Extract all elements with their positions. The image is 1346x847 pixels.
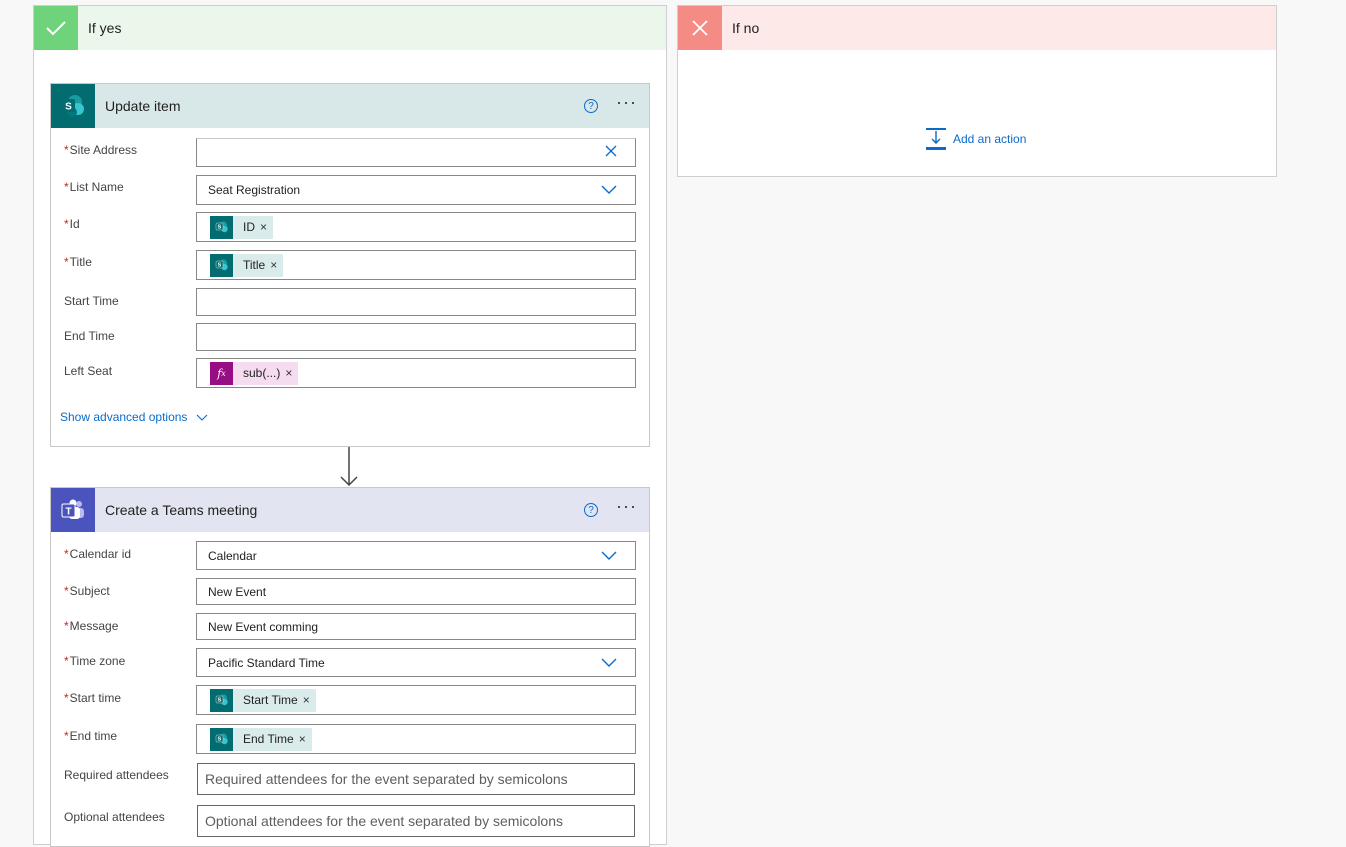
remove-token-icon[interactable]: × [260,220,267,234]
end-time-label: End Time [64,329,115,343]
end-time-label: *End time [64,729,118,743]
message-label: *Message [64,619,119,633]
chevron-down-icon [196,410,208,424]
subject-label: *Subject [64,584,110,598]
sharepoint-token-icon: S [210,688,233,712]
chevron-down-icon[interactable] [601,656,617,670]
svg-text:S: S [217,737,221,743]
sharepoint-token-icon: S [210,253,233,277]
dynamic-token[interactable]: S Start Time × [210,688,316,712]
function-icon: fx [210,361,233,385]
end-time-input[interactable] [196,323,636,351]
required-attendees-input[interactable]: Required attendees for the event separat… [197,763,635,795]
remove-token-icon[interactable]: × [285,366,292,380]
teams-meeting-title: Create a Teams meeting [105,502,258,518]
optional-attendees-label: Optional attendees [64,810,165,824]
svg-text:S: S [217,225,221,231]
remove-token-icon[interactable]: × [299,732,306,746]
left-seat-label: Left Seat [64,364,113,378]
if-no-title: If no [732,20,760,36]
if-yes-header[interactable]: If yes [34,6,666,50]
teams-icon: T [51,488,95,532]
list-name-dropdown[interactable]: Seat Registration [196,175,636,205]
remove-token-icon[interactable]: × [303,693,310,707]
calendar-id-dropdown[interactable]: Calendar [196,541,636,570]
sharepoint-icon: S [51,84,95,128]
time-zone-label: *Time zone [64,654,126,668]
dynamic-token[interactable]: S End Time × [210,727,312,751]
id-input[interactable]: S ID × [196,212,636,242]
optional-attendees-input[interactable]: Optional attendees for the event separat… [197,805,635,837]
clear-icon[interactable] [605,145,617,160]
calendar-id-label: *Calendar id [64,547,132,561]
more-options-icon[interactable]: ··· [616,93,637,115]
help-icon[interactable]: ? [584,99,599,113]
if-no-header[interactable]: If no [678,6,1276,50]
show-advanced-options[interactable]: Show advanced options [60,410,208,424]
add-action-icon [926,128,946,150]
dynamic-token[interactable]: S Title × [210,253,284,277]
dynamic-token[interactable]: S ID × [210,215,274,239]
site-address-label: *Site Address [64,143,138,157]
if-no-branch: If no Add an action [677,5,1277,177]
start-time-input[interactable]: S Start Time × [196,685,636,715]
start-time-label: *Start time [64,691,122,705]
start-time-input[interactable] [196,288,636,316]
svg-text:T: T [65,507,71,518]
checkmark-icon [34,6,78,50]
sharepoint-token-icon: S [210,215,233,239]
if-yes-title: If yes [88,20,122,36]
teams-meeting-card: T Create a Teams meeting ? ··· *Calendar… [50,487,650,847]
svg-text:S: S [217,698,221,704]
add-action-label: Add an action [953,132,1027,146]
help-icon[interactable]: ? [584,503,599,517]
flow-arrow-icon [339,447,359,488]
end-time-input[interactable]: S End Time × [196,724,636,754]
title-label: *Title [64,255,92,269]
chevron-down-icon[interactable] [601,183,617,197]
update-item-card: S Update item ? ··· *Site Address *List … [50,83,650,447]
subject-input[interactable]: New Event [196,578,636,605]
teams-meeting-header[interactable]: T Create a Teams meeting ? ··· [51,488,649,532]
expression-token[interactable]: fx sub(...) × [210,361,299,385]
update-item-title: Update item [105,98,181,114]
site-address-input[interactable] [196,138,636,167]
title-input[interactable]: S Title × [196,250,636,280]
svg-text:S: S [217,263,221,269]
message-input[interactable]: New Event comming [196,613,636,640]
remove-token-icon[interactable]: × [270,258,277,272]
required-attendees-label: Required attendees [64,768,169,782]
time-zone-dropdown[interactable]: Pacific Standard Time [196,648,636,677]
id-label: *Id [64,217,80,231]
start-time-label: Start Time [64,294,119,308]
list-name-label: *List Name [64,180,124,194]
add-action-button[interactable]: Add an action [926,128,1026,150]
update-item-header[interactable]: S Update item ? ··· [51,84,649,128]
svg-text:S: S [65,102,72,113]
close-icon [678,6,722,50]
chevron-down-icon[interactable] [601,549,617,563]
left-seat-input[interactable]: fx sub(...) × [196,358,636,388]
more-options-icon[interactable]: ··· [616,497,637,519]
sharepoint-token-icon: S [210,727,233,751]
